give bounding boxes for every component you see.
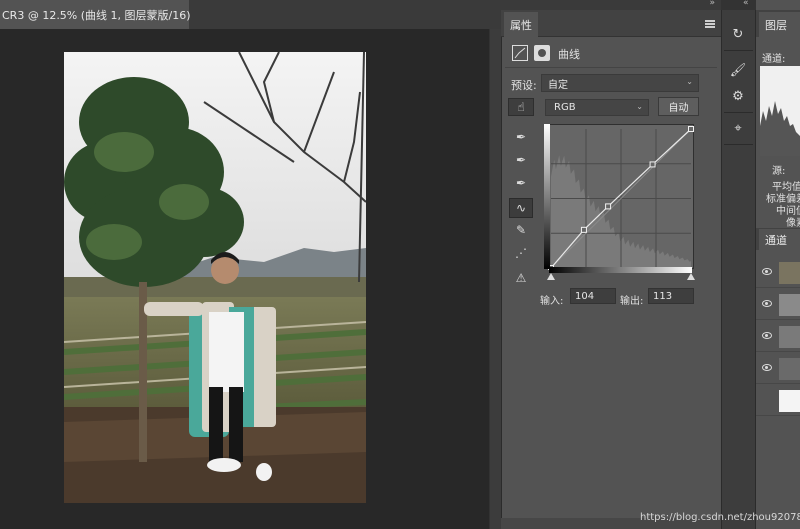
eye-icon[interactable]	[762, 268, 772, 275]
eye-icon[interactable]	[762, 364, 772, 371]
clone-source-icon[interactable]: ⌖	[728, 118, 748, 138]
document-tab-title: CR3 @ 12.5% (曲线 1, 图层蒙版/16) *	[2, 8, 200, 22]
tab-bar-background	[190, 0, 501, 29]
edit-points-curve-icon[interactable]: ∿	[509, 198, 533, 218]
stat-source: 源:	[772, 166, 786, 177]
divider	[724, 112, 753, 113]
chevron-down-icon: ⌄	[686, 77, 693, 86]
channel-row-green[interactable]	[756, 322, 800, 352]
canvas-vertical-scrollbar[interactable]	[489, 29, 501, 529]
channel-thumbnail	[779, 326, 800, 348]
brush-icon[interactable]: 🖌	[728, 60, 748, 80]
auto-button[interactable]: 自动	[658, 97, 699, 116]
channel-dropdown[interactable]: RGB ⌄	[545, 99, 649, 116]
watermark: https://blog.csdn.net/zhou920786312	[640, 512, 800, 523]
channel-row-red[interactable]	[756, 290, 800, 320]
channel-thumbnail	[779, 294, 800, 316]
column-collapse-bar[interactable]: «	[721, 0, 756, 10]
input-label: 输入:	[540, 296, 564, 307]
photo-illustration	[64, 52, 366, 503]
channel-row-mask[interactable]	[756, 386, 800, 416]
channel-thumbnail	[779, 390, 800, 412]
histogram	[760, 66, 800, 156]
channel-thumbnail	[779, 262, 800, 284]
channel-thumbnail	[779, 358, 800, 380]
smooth-curve-icon[interactable]: ⋰	[512, 244, 530, 262]
curve-point[interactable]	[605, 203, 612, 210]
output-gradient	[544, 124, 550, 269]
histogram-channel-label: 通道:	[762, 54, 786, 65]
eye-icon[interactable]	[762, 332, 772, 339]
curve-glyph-icon	[514, 47, 526, 59]
divider	[505, 67, 717, 68]
eye-icon[interactable]	[762, 300, 772, 307]
output-label: 输出:	[620, 296, 644, 307]
divider	[724, 50, 753, 51]
channel-value: RGB	[554, 102, 576, 113]
channel-row-rgb[interactable]	[756, 258, 800, 288]
black-input-slider[interactable]	[547, 273, 555, 280]
white-point-eyedropper-icon[interactable]: ✒	[512, 174, 530, 192]
history-icon[interactable]: ↻	[728, 24, 748, 44]
targeted-adjustment-hand-icon[interactable]: ☝	[508, 98, 534, 116]
output-field[interactable]: 113	[648, 288, 694, 304]
black-point-eyedropper-icon[interactable]: ✒	[512, 128, 530, 146]
preset-label: 预设:	[511, 79, 537, 92]
curve-point[interactable]	[580, 226, 587, 233]
panel-menu-icon[interactable]	[705, 20, 715, 28]
panel-collapse-bar[interactable]: »	[501, 0, 721, 10]
document-tab[interactable]: CR3 @ 12.5% (曲线 1, 图层蒙版/16) * ×	[0, 0, 216, 29]
gray-point-eyedropper-icon[interactable]: ✒	[512, 151, 530, 169]
adjustment-title: 曲线	[558, 48, 580, 61]
curves-graph[interactable]	[544, 124, 695, 271]
layer-mask-icon[interactable]	[534, 45, 550, 61]
stat-pixels: 像素:	[786, 218, 800, 229]
expand-icon[interactable]: «	[743, 0, 749, 8]
input-field[interactable]: 104	[570, 288, 616, 304]
document-image[interactable]	[64, 52, 366, 503]
curve-point[interactable]	[649, 161, 656, 168]
chevron-down-icon: ⌄	[636, 102, 643, 111]
tab-layers[interactable]: 图层	[759, 12, 800, 37]
preset-value: 自定	[548, 79, 568, 91]
brush-settings-icon[interactable]: ⚙	[728, 86, 748, 106]
divider	[724, 144, 753, 145]
curve-plot[interactable]	[545, 125, 695, 271]
channel-row-blue[interactable]	[756, 354, 800, 384]
tab-properties[interactable]: 属性	[504, 12, 538, 37]
histogram-plot	[760, 101, 800, 156]
input-gradient	[549, 267, 692, 273]
curves-adjustment-icon[interactable]	[512, 45, 528, 61]
collapse-icon[interactable]: »	[709, 0, 715, 8]
tab-channels[interactable]: 通道	[759, 229, 800, 250]
clipping-warning-icon[interactable]: ⚠	[512, 269, 530, 287]
curve-point[interactable]	[688, 126, 694, 132]
pencil-draw-icon[interactable]: ✎	[512, 221, 530, 239]
white-input-slider[interactable]	[687, 273, 695, 280]
preset-dropdown[interactable]: 自定 ⌄	[541, 74, 699, 92]
